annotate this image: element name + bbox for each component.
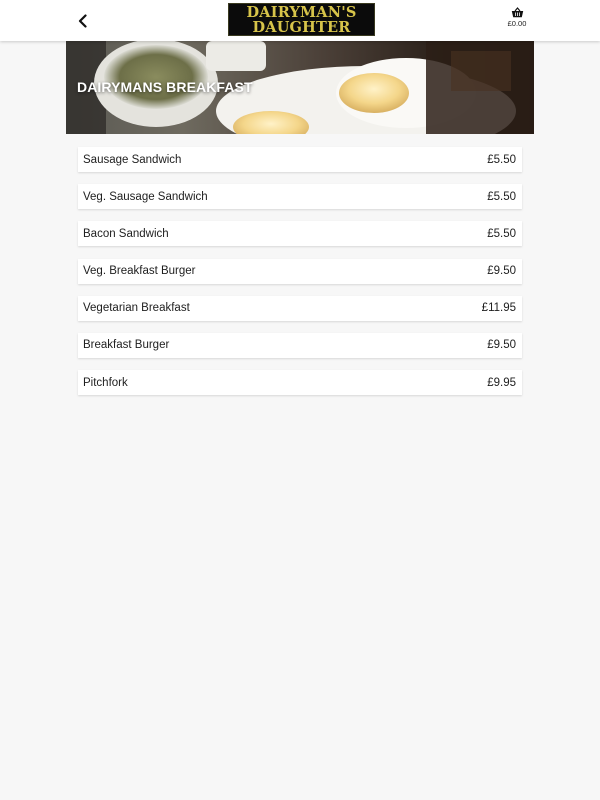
menu-item-price: £5.50 xyxy=(487,227,516,240)
menu-item-name: Pitchfork xyxy=(83,376,128,389)
basket-icon xyxy=(511,7,523,18)
menu-item-name: Bacon Sandwich xyxy=(83,227,169,240)
app-header: DAIRYMAN'S DAUGHTER £0.00 xyxy=(0,0,600,41)
menu-item-price: £9.50 xyxy=(487,265,516,278)
logo-line-1: DAIRYMAN'S xyxy=(246,3,357,21)
menu-item-price: £9.95 xyxy=(487,376,516,389)
menu-item[interactable]: Breakfast Burger £9.50 xyxy=(78,332,522,358)
menu-item[interactable]: Veg. Breakfast Burger £9.50 xyxy=(78,258,522,284)
menu-item-name: Veg. Sausage Sandwich xyxy=(83,190,208,203)
cart-button[interactable]: £0.00 xyxy=(500,7,534,35)
menu-item[interactable]: Bacon Sandwich £5.50 xyxy=(78,221,522,247)
category-title: DAIRYMANS BREAKFAST xyxy=(77,79,253,95)
menu-item-name: Sausage Sandwich xyxy=(83,153,182,166)
category-banner: DAIRYMANS BREAKFAST xyxy=(66,41,534,134)
logo-line-2: DAUGHTER xyxy=(252,18,351,36)
menu-item-name: Breakfast Burger xyxy=(83,339,170,352)
cart-total: £0.00 xyxy=(507,19,527,28)
menu-item-name: Veg. Breakfast Burger xyxy=(83,265,196,278)
brand-logo[interactable]: DAIRYMAN'S DAUGHTER xyxy=(228,3,375,36)
menu-item-name: Vegetarian Breakfast xyxy=(83,302,190,315)
menu-item[interactable]: Pitchfork £9.95 xyxy=(78,370,522,396)
menu-item-price: £5.50 xyxy=(487,153,516,166)
menu-item[interactable]: Sausage Sandwich £5.50 xyxy=(78,147,522,172)
chevron-left-icon xyxy=(78,14,87,28)
back-button[interactable] xyxy=(70,8,96,34)
menu-list: Sausage Sandwich £5.50 Veg. Sausage Sand… xyxy=(78,147,522,407)
menu-item-price: £5.50 xyxy=(487,190,516,203)
menu-item[interactable]: Veg. Sausage Sandwich £5.50 xyxy=(78,184,522,210)
menu-item-price: £11.95 xyxy=(481,302,516,315)
menu-item[interactable]: Vegetarian Breakfast £11.95 xyxy=(78,295,522,321)
menu-item-price: £9.50 xyxy=(487,339,516,352)
